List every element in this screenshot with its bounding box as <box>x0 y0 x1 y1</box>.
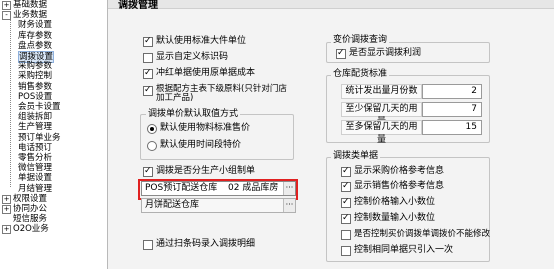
label-standard-price: 默认使用物料标准售价 <box>160 123 251 133</box>
checkbox-qty-decimals[interactable] <box>341 213 351 224</box>
checkbox-scan-barcode[interactable] <box>143 240 153 250</box>
input-months[interactable]: 2 <box>422 84 482 99</box>
checkbox-import-once[interactable] <box>341 246 351 256</box>
tree-item[interactable]: 库存参数 <box>18 31 52 41</box>
tree-item[interactable]: POS设置 <box>18 92 52 102</box>
label-sales-price-ref: 显示销售价格参考信息 <box>354 181 445 191</box>
tree-item[interactable]: 单据设置 <box>18 173 52 183</box>
tree-expander-icon[interactable]: + <box>2 1 11 10</box>
checkbox-price-decimals[interactable] <box>341 197 351 208</box>
transfer-query-title: 变价调拨查询 <box>331 35 390 45</box>
tree-item[interactable]: 基础数据 <box>13 0 47 10</box>
tree-item[interactable]: 组装拆卸 <box>18 112 52 122</box>
label-show-profit: 是否显示调拨利润 <box>349 48 422 58</box>
tree-expander-icon[interactable]: + <box>2 205 11 214</box>
tree-item[interactable]: 短信服务 <box>13 214 47 224</box>
input-max-days[interactable]: 15 <box>422 120 482 135</box>
checkbox-recipe-material[interactable] <box>143 85 153 96</box>
checkbox-standard-unit[interactable] <box>143 36 153 47</box>
tree-guide-line <box>10 14 11 188</box>
label-price-decimals: 控制价格输入小数位 <box>354 197 436 207</box>
checkbox-production-group[interactable] <box>143 166 153 177</box>
pos-warehouse-field[interactable]: POS预订配送仓库 02 成品库房 ··· <box>141 181 296 196</box>
label-scan-barcode: 通过扫条码录入调拨明细 <box>156 239 256 249</box>
tree-item[interactable]: 采购参数 <box>18 61 52 71</box>
nav-tree: + 基础数据 - 业务数据 财务设置 库存参数 盘点参数 调拨设置 采购参数 采购控制 销售参数 PO… <box>0 0 108 269</box>
price-default-group <box>140 114 294 160</box>
tree-item[interactable]: 生产管理 <box>18 122 52 132</box>
tree-expander-icon[interactable]: + <box>2 225 11 235</box>
pos-warehouse-value: 02 成品库房 <box>228 183 279 193</box>
tree-item[interactable]: 会员卡设置 <box>18 102 61 112</box>
warehouse-standard-title: 仓库配货标准 <box>331 69 390 79</box>
monthly-warehouse-label: 月饼配送仓库 <box>145 200 200 210</box>
tree-item[interactable]: 预订单业务 <box>18 133 61 143</box>
page-title: 调拨管理 <box>118 0 158 11</box>
label-months: 统计发出量月份数 <box>341 84 422 99</box>
monthly-warehouse-browse-button[interactable]: ··· <box>283 199 295 212</box>
radio-period-price[interactable] <box>147 141 157 151</box>
label-reverse-cost: 冲红单据使用原单据成本 <box>156 68 256 78</box>
price-default-group-title: 调拨单价默认取值方式 <box>146 109 241 119</box>
transfer-doc-title: 调拨类单据 <box>331 151 381 161</box>
pos-warehouse-label: POS预订配送仓库 <box>145 183 218 193</box>
label-purchase-price-ref: 显示采购价格参考信息 <box>354 166 445 176</box>
monthly-warehouse-field[interactable]: 月饼配送仓库 ··· <box>141 198 296 213</box>
input-min-days[interactable]: 7 <box>422 102 482 117</box>
tree-item[interactable]: 月结管理 <box>18 184 52 194</box>
label-standard-unit: 默认使用标准大件单位 <box>156 36 247 46</box>
pos-warehouse-browse-button[interactable]: ··· <box>283 182 295 195</box>
input-max-days-value: 15 <box>465 122 477 132</box>
checkbox-lock-transfer-price[interactable] <box>341 230 351 240</box>
checkbox-show-profit[interactable] <box>336 48 346 59</box>
input-months-value: 2 <box>471 86 477 96</box>
radio-standard-price[interactable] <box>147 124 157 134</box>
label-lock-transfer-price: 是否控制买价调拨单调拨价不能修改 <box>354 229 491 239</box>
label-qty-decimals: 控制数量输入小数位 <box>354 213 436 223</box>
input-min-days-value: 7 <box>471 104 477 114</box>
label-min-days: 至少保留几天的用量 <box>341 102 422 127</box>
tree-item[interactable]: 协同办公 <box>13 204 47 214</box>
label-custom-id: 显示自定义标识码 <box>156 52 229 62</box>
checkbox-sales-price-ref[interactable] <box>341 181 351 192</box>
tree-item[interactable]: 盘点参数 <box>18 41 52 51</box>
tree-item[interactable]: 业务数据 <box>13 10 47 20</box>
tree-item[interactable]: 财务设置 <box>18 20 52 30</box>
tree-expander-icon[interactable]: - <box>2 11 11 21</box>
tree-expander-icon[interactable]: + <box>2 194 11 204</box>
tree-item[interactable]: O2O业务 <box>13 224 49 234</box>
tree-item[interactable]: 电话预订 <box>18 143 52 153</box>
label-import-once: 控制相同单据只引入一次 <box>354 245 454 255</box>
tree-item[interactable]: 采购控制 <box>18 71 52 81</box>
tree-item[interactable]: 权限设置 <box>13 194 47 204</box>
checkbox-purchase-price-ref[interactable] <box>341 166 351 177</box>
label-max-days: 至多保留几天的用量 <box>341 120 422 145</box>
label-recipe-material: 根据配方主表下级原料(只针对门店加工产品) <box>156 84 287 103</box>
checkbox-reverse-cost[interactable] <box>143 68 153 79</box>
tree-item[interactable]: 销售参数 <box>18 82 52 92</box>
tree-item[interactable]: 微信管理 <box>18 163 52 173</box>
checkbox-custom-id[interactable] <box>143 53 153 63</box>
label-production-group: 调拨是否分生产小组制单 <box>156 166 256 176</box>
label-period-price: 默认使用时间段特价 <box>160 140 242 150</box>
tree-item[interactable]: 零售分析 <box>18 153 52 163</box>
panel-header: 调拨管理 <box>108 0 554 11</box>
